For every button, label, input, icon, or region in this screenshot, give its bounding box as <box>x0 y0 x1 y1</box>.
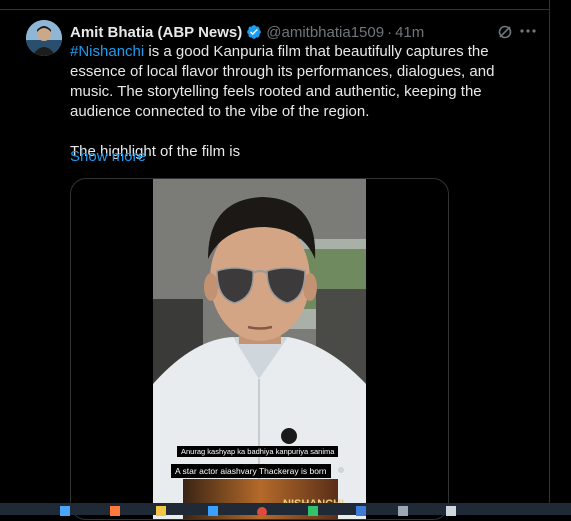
video-caption-line-1: Anurag kashyap ka badhiya kanpuriya sani… <box>177 446 339 457</box>
media-container[interactable]: NISHANCHI Anurag kashyap ka badhiya kanp… <box>70 178 449 520</box>
avatar-image <box>26 20 62 56</box>
avatar[interactable] <box>26 20 62 56</box>
video-player[interactable]: NISHANCHI Anurag kashyap ka badhiya kanp… <box>153 179 366 519</box>
post-timestamp[interactable]: 41m <box>395 24 424 41</box>
hashtag-link[interactable]: #Nishanchi <box>70 43 144 60</box>
show-more-link[interactable]: Show more <box>70 148 146 165</box>
header-separator: · <box>387 23 393 41</box>
more-options-icon[interactable] <box>519 22 537 40</box>
post-header: Amit Bhatia (ABP News) @amitbhatia1509 ·… <box>70 22 537 42</box>
timeline-border <box>549 0 550 515</box>
video-caption-line-2: A star actor aiashvary Thackeray is born <box>171 464 331 478</box>
taskbar-icons <box>60 506 456 517</box>
post-text: #Nishanchi is a good Kanpuria film that … <box>70 42 540 162</box>
post[interactable]: Amit Bhatia (ABP News) @amitbhatia1509 ·… <box>0 10 549 520</box>
grok-icon[interactable] <box>497 24 513 40</box>
verified-badge-icon[interactable] <box>246 24 262 40</box>
author-handle[interactable]: @amitbhatia1509 <box>266 24 384 41</box>
post-paragraph-1: #Nishanchi is a good Kanpuria film that … <box>70 42 540 122</box>
os-taskbar <box>0 503 571 517</box>
author-name[interactable]: Amit Bhatia (ABP News) <box>70 24 242 41</box>
